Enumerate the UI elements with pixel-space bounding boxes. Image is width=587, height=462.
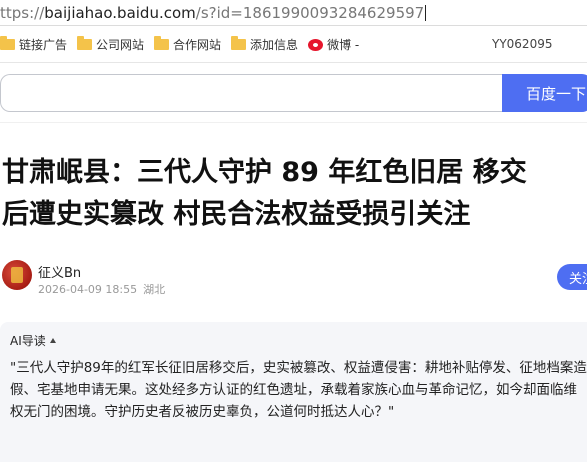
- bookmark-label: 链接广告: [19, 38, 68, 52]
- url-domain: baijiahao.baidu.com: [44, 3, 196, 22]
- bookmark-label: 合作网站: [173, 38, 222, 52]
- bookmark-item[interactable]: 添加信息: [231, 36, 298, 53]
- address-bar[interactable]: ttps://baijiahao.baidu.com/s?id=18619900…: [0, 0, 587, 26]
- folder-icon: [0, 36, 15, 50]
- bookmark-label: 公司网站: [96, 38, 145, 52]
- ai-summary-toggle[interactable]: AI导读: [10, 332, 56, 349]
- article-title-line-2: 后遭史实篡改 村民合法权益受损引关注: [2, 199, 471, 230]
- folder-icon: [154, 36, 170, 50]
- avatar[interactable]: [2, 260, 32, 290]
- publish-location: 湖北: [143, 283, 166, 296]
- bookmarks-bar: 链接广告 公司网站 合作网站 添加信息 微博 - YY062095: [0, 27, 587, 63]
- ai-summary-panel: AI导读 "三代人守护89年的红军长征旧居移交后，史实被篡改、权益遭侵害：耕地补…: [0, 322, 587, 462]
- bookmark-label: 添加信息: [250, 38, 299, 52]
- bookmark-right-label[interactable]: YY062095: [492, 37, 552, 51]
- article-title-line-1: 甘肃岷县：三代人守护 89 年红色旧居 移交: [2, 157, 527, 188]
- folder-icon: [231, 36, 247, 50]
- url-path: /s?id=1861990093284629597: [195, 3, 425, 22]
- bookmark-item[interactable]: 公司网站: [77, 36, 144, 53]
- ai-summary-text: "三代人守护89年的红军长征旧居移交后，史实被篡改、权益遭侵害：耕地补贴停发、征…: [10, 360, 587, 420]
- search-input[interactable]: [0, 74, 502, 112]
- bookmark-item-weibo[interactable]: 微博 -: [308, 36, 359, 53]
- divider: [0, 122, 587, 123]
- publish-date: 2026-04-09 18:55: [38, 283, 138, 296]
- author-name[interactable]: 征义Bn: [38, 262, 81, 281]
- ai-summary-header: AI导读: [10, 334, 46, 348]
- search-button[interactable]: 百度一下: [502, 74, 587, 112]
- bookmark-item[interactable]: 链接广告: [0, 36, 67, 53]
- follow-button[interactable]: 关注: [557, 264, 587, 290]
- url-scheme: ttps://: [0, 3, 45, 22]
- search-bar: 百度一下: [0, 74, 587, 112]
- article-title: 甘肃岷县：三代人守护 89 年红色旧居 移交 后遭史实篡改 村民合法权益受损引关…: [2, 152, 587, 236]
- article-meta: 2026-04-09 18:55 湖北: [38, 281, 171, 297]
- bookmark-label: 微博 -: [327, 38, 360, 52]
- text-cursor: [425, 4, 427, 21]
- weibo-icon: [308, 38, 324, 51]
- folder-icon: [77, 36, 93, 50]
- bookmark-item[interactable]: 合作网站: [154, 36, 221, 53]
- collapse-icon: [49, 338, 56, 343]
